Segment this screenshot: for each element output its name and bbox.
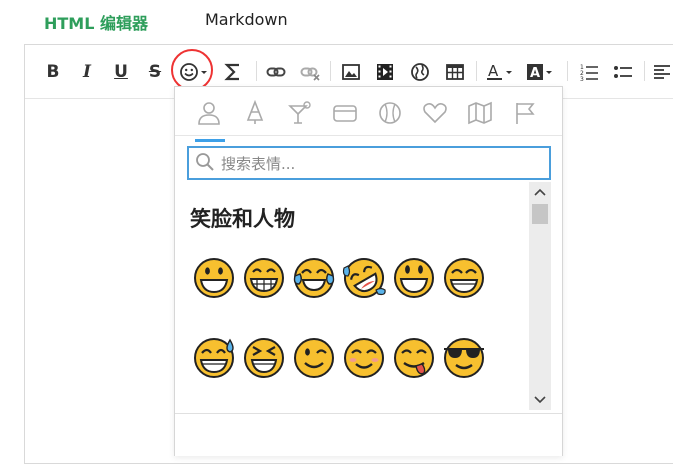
svg-text:A: A <box>488 62 499 80</box>
category-nature-tab[interactable] <box>241 99 269 130</box>
cocktail-icon <box>287 100 313 130</box>
emoji-rofl[interactable] <box>342 256 386 300</box>
category-places-tab[interactable] <box>466 101 494 129</box>
flag-icon <box>512 100 538 130</box>
emoji-wink[interactable] <box>292 336 336 380</box>
card-icon <box>332 100 358 130</box>
category-sports-tab[interactable] <box>376 101 404 129</box>
emoji-smiley[interactable] <box>392 256 436 300</box>
sigma-icon <box>223 62 243 82</box>
category-people-tab[interactable] <box>195 101 223 129</box>
italic-button[interactable]: I <box>77 60 97 84</box>
video-icon <box>375 62 395 82</box>
person-icon <box>196 100 222 130</box>
emoji-yum[interactable] <box>392 336 436 380</box>
link-button[interactable] <box>264 60 288 84</box>
chevron-down-icon <box>534 393 546 407</box>
ordered-list-button[interactable]: 1 2 3 <box>577 60 601 84</box>
table-icon <box>445 62 465 82</box>
image-button[interactable] <box>339 60 363 84</box>
emoji-blush[interactable] <box>342 336 386 380</box>
ordered-list-icon: 1 2 3 <box>579 62 599 82</box>
svg-text:3: 3 <box>580 76 584 82</box>
bold-button[interactable]: B <box>43 60 63 84</box>
category-food-tab[interactable] <box>286 101 314 129</box>
ball-icon <box>377 100 403 130</box>
emoji-grinning[interactable] <box>192 256 236 300</box>
emoji-laughing[interactable] <box>242 336 286 380</box>
tab-html-editor[interactable]: HTML 编辑器 <box>44 10 148 34</box>
scroll-down-button[interactable] <box>529 390 551 410</box>
emoji-scrollbar[interactable] <box>529 182 551 410</box>
video-button[interactable] <box>373 60 397 84</box>
font-color-icon: A <box>486 62 514 82</box>
bullet-list-icon <box>613 62 633 82</box>
unlink-icon <box>300 62 320 82</box>
globe-icon <box>410 62 430 82</box>
section-title: 笑脸和人物 <box>190 207 295 231</box>
category-flags-tab[interactable] <box>511 101 539 129</box>
link-icon <box>266 62 286 82</box>
tab-markdown[interactable]: Markdown <box>205 10 288 29</box>
strikethrough-button[interactable]: S <box>145 60 165 84</box>
editor-tabs: HTML 编辑器 Markdown <box>0 0 673 42</box>
emoji-picker: 笑脸和人物 <box>174 86 563 456</box>
svg-text:A: A <box>530 66 540 81</box>
background-color-button[interactable]: A <box>525 60 555 84</box>
font-color-button[interactable]: A <box>485 60 515 84</box>
emoji-joy[interactable] <box>292 256 336 300</box>
emoji-search-input[interactable] <box>219 150 543 178</box>
emoji-grin[interactable] <box>242 256 286 300</box>
scroll-thumb[interactable] <box>532 204 548 224</box>
underline-button[interactable]: U <box>111 60 131 84</box>
image-icon <box>341 62 361 82</box>
emoji-search-box[interactable] <box>187 146 551 180</box>
align-left-icon <box>652 62 672 82</box>
map-icon <box>467 100 493 130</box>
tree-icon <box>242 99 268 130</box>
heart-icon <box>422 100 448 130</box>
formula-button[interactable] <box>221 60 245 84</box>
table-button[interactable] <box>443 60 467 84</box>
category-symbols-tab[interactable] <box>421 101 449 129</box>
embed-button[interactable] <box>408 60 432 84</box>
search-icon <box>195 152 215 176</box>
emoji-smile[interactable] <box>442 256 486 300</box>
bullet-list-button[interactable] <box>611 60 635 84</box>
unlink-button[interactable] <box>298 60 322 84</box>
emoji-sweat-smile[interactable] <box>192 336 236 380</box>
scroll-up-button[interactable] <box>529 182 551 202</box>
category-activity-tab[interactable] <box>331 101 359 129</box>
highlight-circle <box>171 49 213 91</box>
active-category-indicator <box>195 139 225 142</box>
emoji-sunglasses[interactable] <box>442 336 486 380</box>
background-color-icon: A <box>526 62 554 82</box>
chevron-up-icon <box>534 185 546 199</box>
align-left-button[interactable] <box>651 60 673 84</box>
